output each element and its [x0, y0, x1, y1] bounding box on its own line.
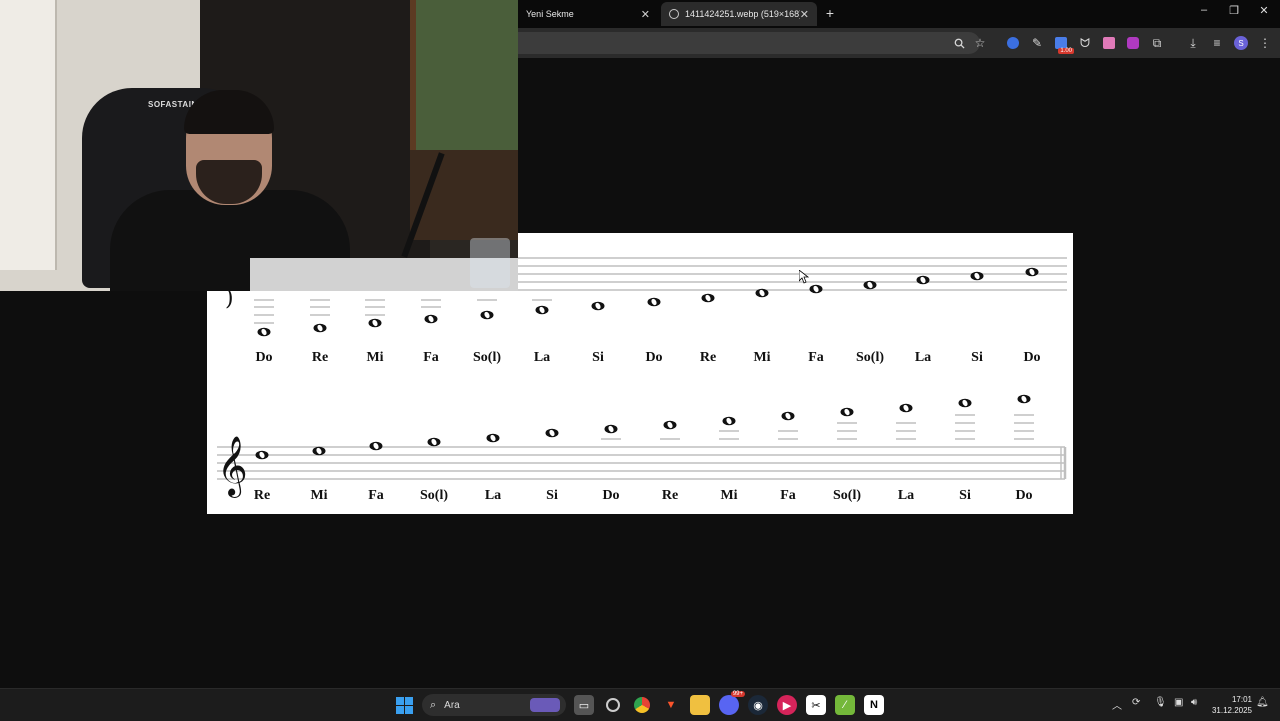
webcam-glass — [470, 238, 510, 288]
row1-solfege-label: Do — [255, 350, 272, 365]
close-tab-icon[interactable]: ✕ — [641, 8, 650, 21]
row2-solfege-label: Mi — [720, 488, 737, 503]
start-button[interactable] — [394, 695, 414, 715]
row1-solfege-label: Mi — [753, 350, 770, 365]
treble-clef-icon: 𝄞 — [217, 436, 248, 498]
notion-icon[interactable]: N — [864, 695, 884, 715]
tray-overflow-icon[interactable]: ︿ — [1112, 697, 1122, 712]
row2-solfege-label: La — [898, 488, 914, 503]
row2-solfege-label: Do — [602, 488, 619, 503]
row1-solfege-label: Fa — [423, 350, 439, 365]
clock-date: 31.12.2025 — [1211, 706, 1252, 715]
star-icon[interactable]: ☆ — [971, 34, 989, 52]
extension-badge: 1.00 — [1058, 48, 1074, 54]
task-view-icon[interactable]: ▭ — [574, 695, 594, 715]
globe-icon — [669, 9, 679, 19]
obs-icon[interactable] — [603, 695, 623, 715]
row1-solfege-label: Re — [312, 350, 328, 365]
brave-icon[interactable]: ▼ — [661, 695, 681, 715]
notification-bell-icon[interactable]: 🔔︎ — [1256, 697, 1269, 708]
file-explorer-icon[interactable] — [690, 695, 710, 715]
volume-icon[interactable]: 🔊︎ — [1191, 697, 1197, 708]
row1-solfege-label: Si — [592, 350, 604, 365]
row1-solfege-label: La — [534, 350, 550, 365]
row2-solfege-label: Re — [662, 488, 678, 503]
xodo-icon[interactable]: ⁄ — [835, 695, 855, 715]
clock[interactable]: 17:01 31.12.2025 — [1208, 694, 1252, 716]
row1-solfege-label: Mi — [366, 350, 383, 365]
row1-solfege-label: Do — [645, 350, 662, 365]
sync-icon[interactable]: ⟳ — [1132, 697, 1140, 708]
profile-avatar[interactable]: S — [1232, 34, 1250, 52]
tab-image[interactable]: 1411424251.webp (519×168) ✕ — [661, 2, 817, 26]
microphone-icon[interactable]: 🎙︎ — [1154, 697, 1167, 708]
puzzle-icon[interactable]: ⧉ — [1148, 34, 1166, 52]
download-icon[interactable]: ⤓ — [1184, 34, 1202, 52]
minimize-button[interactable]: – — [1194, 4, 1214, 16]
discord-icon[interactable]: 99+ — [719, 691, 745, 715]
webcam-window — [410, 0, 518, 160]
extension-pink-icon[interactable] — [1100, 34, 1118, 52]
row2-solfege-label: Si — [546, 488, 558, 503]
row2-solfege-label: Do — [1015, 488, 1032, 503]
search-label: Ara — [444, 699, 460, 711]
tab-title: Yeni Sekme — [526, 9, 574, 19]
tab-title: 1411424251.webp (519×168) — [685, 9, 800, 19]
capcut-icon[interactable]: ✂ — [806, 695, 826, 715]
row2-solfege-label: Fa — [368, 488, 384, 503]
webcam-overlay: SOFASTAIN — [0, 0, 518, 291]
windows-logo-icon — [395, 696, 413, 714]
row2-solfege-label: La — [485, 488, 501, 503]
taskbar-search[interactable]: ⌕ Ara — [422, 694, 566, 716]
row2-solfege-label: So(l) — [420, 488, 448, 503]
row1-solfege-label: Fa — [808, 350, 824, 365]
search-highlight-icon — [530, 698, 560, 712]
search-icon: ⌕ — [430, 698, 437, 711]
network-icon[interactable]: ▣ — [1174, 697, 1183, 708]
row2-solfege-label: Si — [959, 488, 971, 503]
row1-solfege-label: So(l) — [473, 350, 501, 365]
row2-solfege-label: Fa — [780, 488, 796, 503]
extension-purple-icon[interactable] — [1124, 34, 1142, 52]
zoom-icon[interactable] — [950, 34, 968, 52]
media-icon[interactable]: ≡ — [1208, 34, 1226, 52]
menu-icon[interactable]: ⋮ — [1256, 34, 1274, 52]
tab-new-tab[interactable]: Yeni Sekme ✕ — [518, 2, 658, 26]
discord-badge: 99+ — [730, 691, 745, 697]
clock-time: 17:01 — [1231, 695, 1252, 704]
extension-blue-icon[interactable] — [1004, 34, 1022, 52]
eyedropper-icon[interactable]: ✎ — [1028, 34, 1046, 52]
row1-solfege-label: La — [915, 350, 931, 365]
webcam-door — [0, 0, 57, 270]
extension-cat-icon[interactable]: ᗢ — [1076, 34, 1094, 52]
address-bar[interactable]: ☆ — [518, 32, 985, 54]
window-close-button[interactable]: ✕ — [1254, 4, 1274, 17]
extension-badge-icon[interactable]: 1.00 — [1052, 34, 1074, 54]
row1-solfege-label: Si — [971, 350, 983, 365]
row2-solfege-label: Re — [254, 488, 270, 503]
steam-icon[interactable]: ◉ — [748, 695, 768, 715]
media-player-icon[interactable]: ▶ — [777, 695, 797, 715]
restore-button[interactable]: ❐ — [1224, 4, 1244, 17]
row2-solfege-label: Mi — [310, 488, 327, 503]
taskbar: ⌕ Ara ▭ ▼ 99+ ◉ ▶ ✂ ⁄ N ︿ ⟳ 🎙︎ ▣ 🔊︎ 17:0… — [0, 688, 1280, 721]
mouse-cursor-icon — [799, 270, 809, 284]
row1-solfege-label: Re — [700, 350, 716, 365]
new-tab-button[interactable]: + — [822, 4, 838, 22]
row2-solfege-label: So(l) — [833, 488, 861, 503]
close-tab-icon[interactable]: ✕ — [800, 8, 809, 21]
chrome-icon[interactable] — [632, 695, 652, 715]
row1-solfege-label: Do — [1023, 350, 1040, 365]
row1-solfege-label: So(l) — [856, 350, 884, 365]
